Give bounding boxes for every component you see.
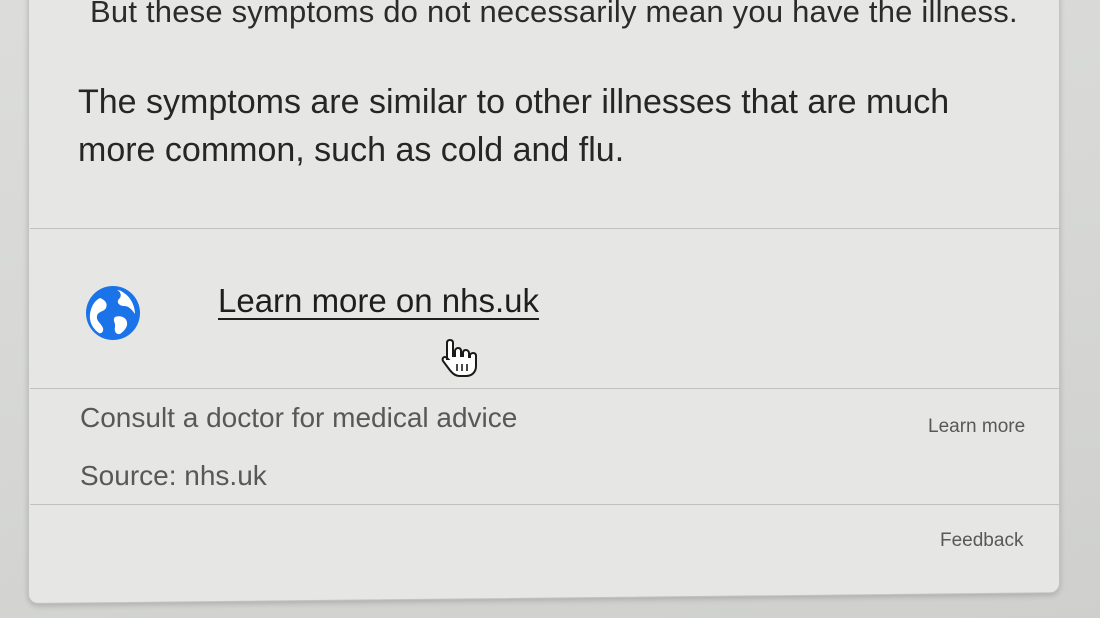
- globe-icon: [86, 286, 140, 340]
- hand-pointer-icon: [441, 338, 477, 377]
- feedback-link[interactable]: Feedback: [940, 530, 1023, 552]
- medical-advice-notice: Consult a doctor for medical advice: [80, 402, 518, 433]
- learn-more-link[interactable]: Learn more: [928, 416, 1025, 438]
- symptoms-paragraph: The symptoms are similar to other illnes…: [78, 83, 950, 169]
- symptoms-disclaimer-text: But these symptoms do not necessarily me…: [90, 0, 1018, 29]
- learn-more-nhs-link[interactable]: Learn more on nhs.uk: [218, 282, 539, 320]
- divider: [30, 228, 1060, 229]
- divider: [30, 504, 1060, 505]
- screen: But these symptoms do not necessarily me…: [0, 0, 1100, 618]
- divider: [30, 388, 1060, 389]
- source-label: Source: nhs.uk: [80, 460, 267, 491]
